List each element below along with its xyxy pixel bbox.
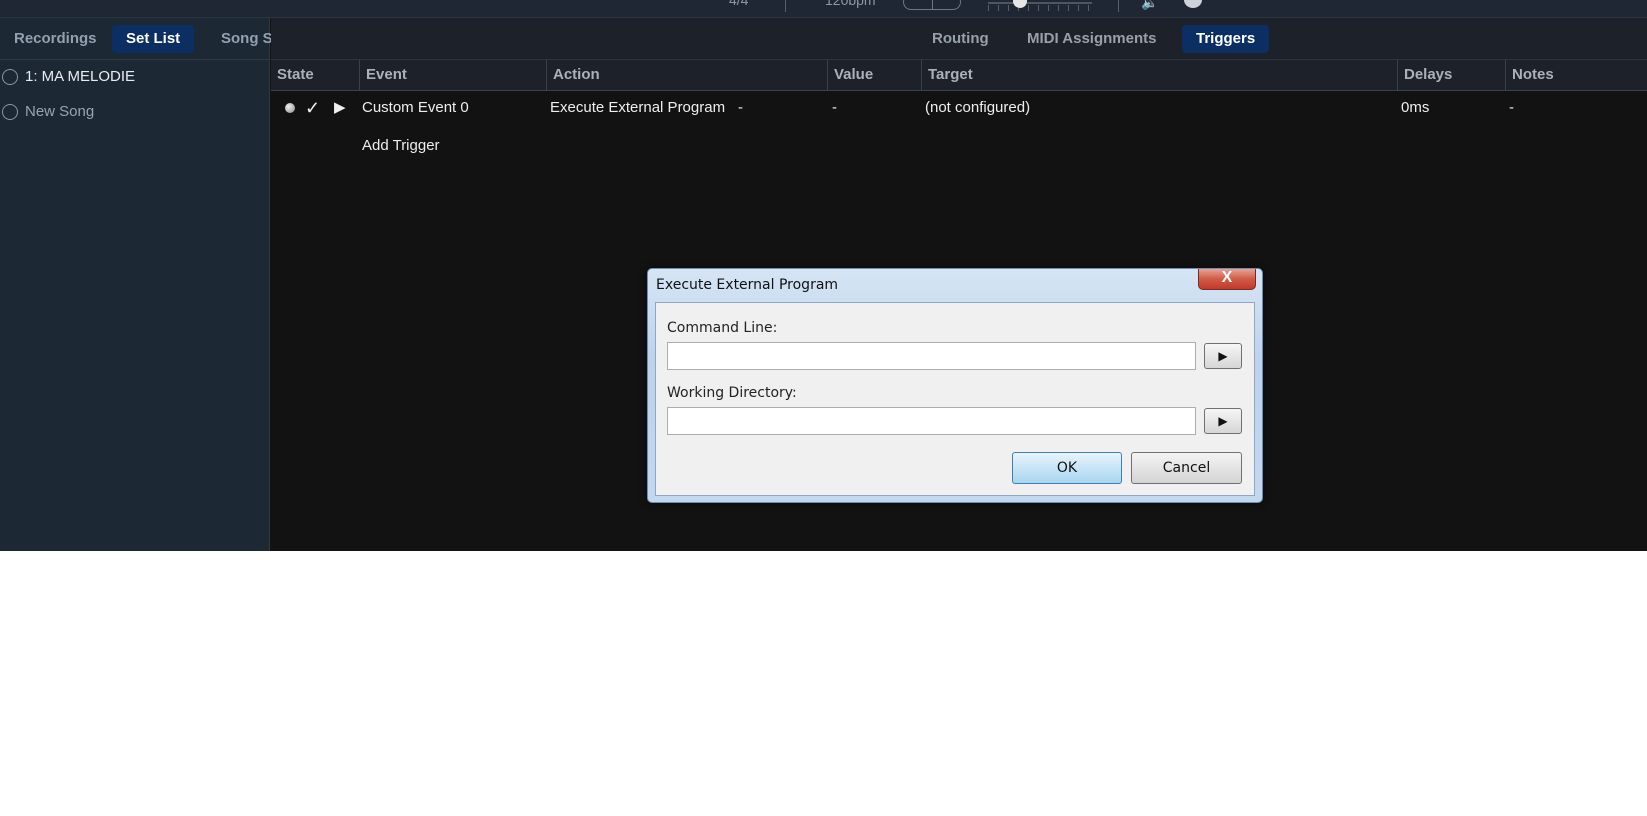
tempo-slider[interactable] (988, 2, 1092, 4)
enabled-check-icon[interactable]: ✓ (305, 91, 320, 125)
working-directory-input[interactable] (668, 408, 1195, 434)
main-tabs: Routing MIDI Assignments Triggers (271, 18, 1647, 60)
target-cell[interactable]: (not configured) (925, 91, 1030, 125)
song-list-item[interactable]: New Song (0, 95, 269, 130)
action-cell[interactable]: Execute External Program (550, 91, 725, 125)
app-window: 4/4 120bpm 🔈 Recordings Set List Song St… (0, 0, 1647, 551)
divider (785, 0, 786, 12)
delays-cell[interactable]: 0ms (1401, 91, 1429, 125)
event-cell[interactable]: Custom Event 0 (362, 91, 469, 125)
state-indicator-icon[interactable] (285, 103, 295, 113)
column-header-delays[interactable]: Delays (1398, 60, 1506, 90)
column-header-action[interactable]: Action (547, 60, 828, 90)
notes-cell[interactable]: - (1509, 91, 1514, 125)
volume-knob[interactable] (1184, 0, 1202, 8)
time-signature[interactable]: 4/4 (729, 0, 748, 8)
song-radio[interactable] (2, 104, 18, 120)
table-header: State Event Action Value Target Delays N… (271, 60, 1647, 91)
value-cell[interactable]: - (832, 91, 837, 125)
command-line-input[interactable] (668, 343, 1195, 369)
add-trigger-row: Add Trigger (271, 129, 1647, 163)
add-trigger-button[interactable]: Add Trigger (362, 129, 440, 163)
song-radio[interactable] (2, 69, 18, 85)
tab-triggers[interactable]: Triggers (1182, 25, 1270, 53)
dialog-body: Command Line: ▶ Working Directory: ▶ OK … (655, 302, 1255, 496)
song-label: 1: MA MELODIE (25, 68, 136, 85)
speaker-icon[interactable]: 🔈 (1141, 0, 1158, 11)
cancel-button[interactable]: Cancel (1131, 452, 1242, 484)
song-label: New Song (25, 103, 95, 120)
working-directory-field[interactable] (667, 407, 1196, 435)
tab-routing[interactable]: Routing (918, 25, 1003, 53)
tab-recordings[interactable]: Recordings (0, 25, 111, 53)
tempo-stepper[interactable] (903, 0, 961, 10)
sidebar: Recordings Set List Song St 1: MA MELODI… (0, 18, 278, 551)
sidebar-tabs: Recordings Set List Song St (0, 18, 278, 60)
command-line-field[interactable] (667, 342, 1196, 370)
command-line-label: Command Line: (667, 320, 778, 336)
divider (1118, 0, 1119, 12)
dialog-title: Execute External Program (656, 277, 839, 293)
song-list-item[interactable]: 1: MA MELODIE (0, 60, 269, 95)
column-header-value[interactable]: Value (828, 60, 922, 90)
tempo-display[interactable]: 120bpm (825, 0, 876, 8)
execute-program-dialog: Execute External Program X Command Line:… (647, 268, 1263, 503)
column-header-state[interactable]: State (271, 60, 360, 90)
column-header-event[interactable]: Event (360, 60, 547, 90)
working-directory-label: Working Directory: (667, 385, 797, 401)
transport-bar: 4/4 120bpm 🔈 (0, 0, 1647, 18)
column-header-target[interactable]: Target (922, 60, 1398, 90)
slider-ticks (988, 5, 1092, 11)
ok-button[interactable]: OK (1012, 452, 1122, 484)
command-line-browse-button[interactable]: ▶ (1204, 343, 1242, 369)
close-button[interactable]: X (1198, 269, 1256, 290)
working-directory-browse-button[interactable]: ▶ (1204, 408, 1242, 434)
tab-set-list[interactable]: Set List (112, 25, 195, 53)
action-extra-cell[interactable]: - (738, 91, 743, 125)
tab-midi-assignments[interactable]: MIDI Assignments (1013, 25, 1170, 53)
play-icon[interactable]: ▶ (334, 91, 346, 125)
column-header-notes[interactable]: Notes (1506, 60, 1647, 90)
table-row[interactable]: ✓ ▶ Custom Event 0 Execute External Prog… (271, 91, 1647, 125)
